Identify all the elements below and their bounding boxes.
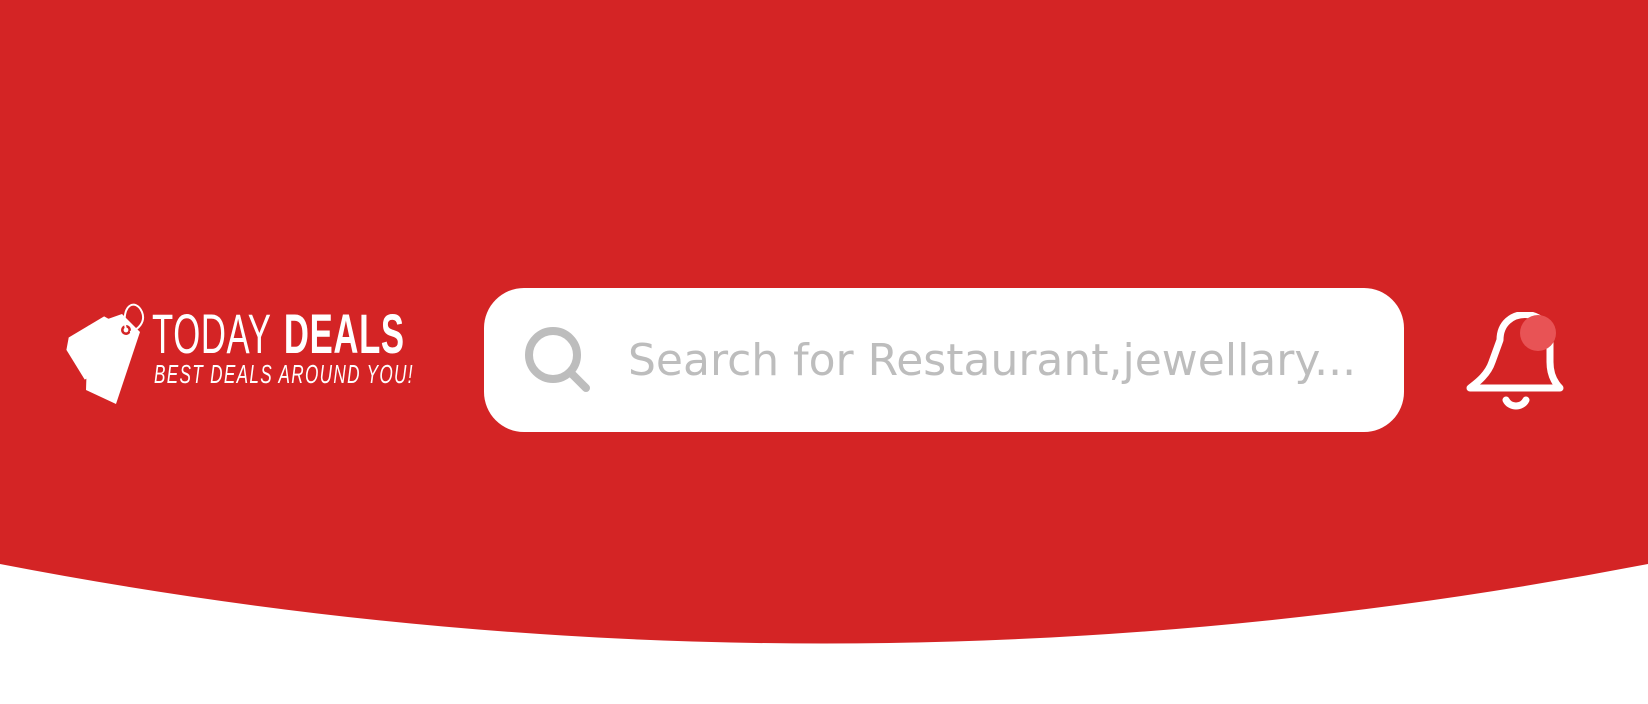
app-header-screen: TODAY DEALS BEST DEALS AROUND YOU! — [0, 0, 1648, 704]
logo-tagline: BEST DEALS AROUND YOU! — [154, 359, 414, 389]
search-icon[interactable] — [522, 324, 594, 396]
logo-title-today: TODAY — [152, 302, 272, 365]
brand-logo[interactable]: TODAY DEALS BEST DEALS AROUND YOU! — [64, 300, 434, 410]
search-bar[interactable] — [484, 288, 1404, 432]
notification-badge — [1520, 315, 1556, 351]
logo-title-deals: DEALS — [283, 302, 405, 365]
search-input[interactable] — [628, 318, 1368, 402]
logo-title: TODAY DEALS — [152, 302, 405, 362]
price-tag-icon — [64, 300, 148, 410]
